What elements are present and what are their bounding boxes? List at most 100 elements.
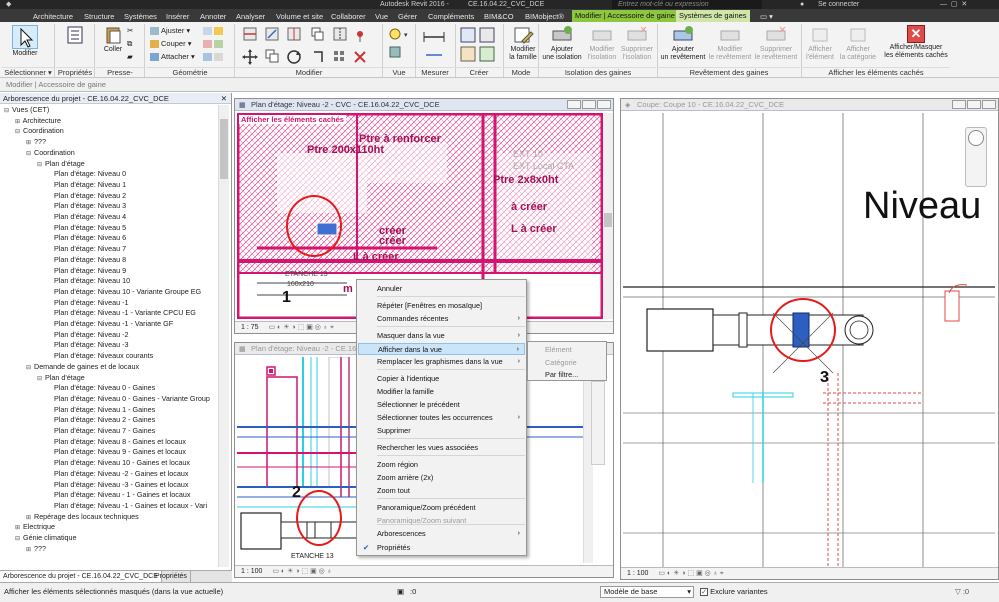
- window-controls[interactable]: — ▢ ✕: [940, 0, 967, 9]
- tree-item[interactable]: Plan d'étage: Niveau -3 - Gaines et loca…: [48, 480, 188, 490]
- tree-item[interactable]: Plan d'étage: Niveau 10 - Gaines et loca…: [48, 458, 190, 468]
- tab-annotate[interactable]: Annoter: [200, 11, 226, 22]
- tree-item[interactable]: ⊟ Coordination: [15, 126, 64, 137]
- tab-architecture[interactable]: Architecture: [33, 11, 73, 22]
- context-menu-item[interactable]: Propriétés ✔: [358, 542, 525, 554]
- geometry-tool-3[interactable]: [203, 52, 225, 62]
- tree-item[interactable]: Plan d'étage: Niveau 6: [48, 233, 126, 243]
- tree-item[interactable]: Plan d'étage: Niveaux courants: [48, 351, 153, 361]
- tree-item[interactable]: Plan d'étage: Niveau 2: [48, 191, 126, 201]
- tree-item[interactable]: Plan d'étage: Niveau -1: [48, 298, 129, 308]
- fit-button[interactable]: Ajuster ▾: [150, 26, 190, 36]
- toggle-reveal-hidden-button[interactable]: ✕ Afficher/Masquer les éléments cachés: [880, 25, 952, 60]
- tree-item[interactable]: Plan d'étage: Niveau 0: [48, 169, 126, 179]
- tree-item[interactable]: ⊞ ???: [26, 544, 46, 555]
- view-control-icons[interactable]: ▭ ◐ ☀ ◑ ⬚ ▣ ◎ ♁ ⌖: [269, 324, 334, 331]
- view-scale[interactable]: 1 : 100: [241, 568, 262, 575]
- unhide-category-button[interactable]: Afficher la catégorie: [838, 25, 878, 62]
- context-menu-item[interactable]: Arborescences ›: [358, 528, 525, 540]
- tree-item[interactable]: Plan d'étage: Niveau 2 - Gaines: [48, 415, 155, 425]
- properties-button[interactable]: [60, 25, 90, 46]
- remove-lining-button[interactable]: Supprimer le revêtement: [753, 25, 799, 62]
- context-menu-item[interactable]: Zoom région: [358, 459, 525, 471]
- tree-item[interactable]: Plan d'étage: Niveau 7: [48, 244, 126, 254]
- tab-bimco[interactable]: BIM&CO: [484, 11, 514, 22]
- submenu-item[interactable]: Catégorie: [529, 357, 605, 369]
- tree-item[interactable]: Plan d'étage: Niveau -2: [48, 330, 129, 340]
- context-menu-item[interactable]: Modifier la famille: [358, 386, 525, 398]
- tree-item[interactable]: ⊟ Coordination: [26, 148, 75, 159]
- view-scrollbar[interactable]: [603, 113, 613, 319]
- tree-item[interactable]: Plan d'étage: Niveau -1 - Gaines et loca…: [48, 501, 207, 511]
- view-scale[interactable]: 1 : 75: [241, 324, 259, 331]
- browser-scrollbar[interactable]: [218, 105, 229, 567]
- edit-insulation-button[interactable]: Modifier l'isolation: [585, 25, 619, 62]
- tree-item[interactable]: Plan d'étage: Niveau 0 - Gaines - Varian…: [48, 394, 210, 404]
- context-menu-item[interactable]: Zoom arrière (2x): [358, 472, 525, 484]
- measure-tools[interactable]: [420, 25, 450, 65]
- submenu-item[interactable]: Par filtre...: [529, 369, 605, 381]
- cut-button-icon[interactable]: ✂: [127, 26, 133, 36]
- context-menu-item[interactable]: Répéter [Fenêtres en mosaïque]: [358, 300, 525, 312]
- copy-button-icon[interactable]: ⧉: [127, 39, 132, 49]
- navigation-bar[interactable]: [591, 381, 605, 465]
- attach-button[interactable]: Attacher ▾: [150, 52, 195, 62]
- close-icon[interactable]: ✕: [221, 93, 227, 104]
- view-window-controls[interactable]: [566, 100, 611, 110]
- tree-item[interactable]: Plan d'étage: Niveau 5: [48, 223, 126, 233]
- tree-item[interactable]: Plan d'étage: Niveau - 1 - Gaines et loc…: [48, 490, 190, 500]
- view-control-icons[interactable]: ▭ ◐ ☀ ◑ ⬚ ▣ ◎ ♁: [272, 568, 332, 575]
- tree-item[interactable]: Plan d'étage: Niveau 1 - Gaines: [48, 405, 155, 415]
- tree-item[interactable]: Plan d'étage: Niveau -1 - Variante CPCU …: [48, 308, 196, 318]
- tree-item[interactable]: Plan d'étage: Niveau 8: [48, 255, 126, 265]
- view-window-controls[interactable]: [951, 100, 996, 110]
- filter-icon[interactable]: ▽ :0: [955, 583, 969, 601]
- navigation-wheel[interactable]: [965, 127, 987, 187]
- tab-manage[interactable]: Gérer: [398, 11, 417, 22]
- context-menu-item[interactable]: Rechercher les vues associées: [358, 442, 525, 454]
- add-lining-button[interactable]: Ajouter un revêtement: [659, 25, 707, 62]
- edit-lining-button[interactable]: Modifier le revêtement: [707, 25, 753, 62]
- tab-view[interactable]: Vue: [375, 11, 388, 22]
- tab-modify-duct-accessory[interactable]: Modifier | Accessoire de gaine: [572, 10, 678, 22]
- context-menu-item[interactable]: Sélectionner toutes les occurrences ›: [358, 412, 525, 424]
- tree-item[interactable]: ⊟ Génie climatique: [15, 533, 77, 544]
- tab-structure[interactable]: Structure: [84, 11, 114, 22]
- tree-item[interactable]: Plan d'étage: Niveau 3: [48, 201, 126, 211]
- tree-item[interactable]: ⊟ Plan d'étage: [37, 373, 85, 384]
- tree-item[interactable]: Plan d'étage: Niveau 10: [48, 276, 130, 286]
- tab-overflow[interactable]: ▭ ▾: [760, 11, 773, 22]
- context-menu-item[interactable]: Remplacer les graphismes dans la vue ›: [358, 356, 525, 368]
- view-tools[interactable]: ▾: [386, 25, 414, 65]
- modify-button[interactable]: Modifier: [8, 25, 42, 58]
- context-menu-item[interactable]: Sélectionner le précédent: [358, 399, 525, 411]
- unhide-element-button[interactable]: Afficher l'élément: [803, 25, 837, 62]
- tree-item[interactable]: ⊟ Demande de gaines et de locaux: [26, 362, 139, 373]
- panel-selection[interactable]: Sélectionner ▾: [2, 67, 54, 77]
- context-menu-item[interactable]: Commandes récentes ›: [358, 313, 525, 325]
- submenu-item[interactable]: Elément: [529, 344, 605, 356]
- exclude-variants-checkbox[interactable]: ✓ Exclure variantes: [700, 583, 768, 601]
- tab-analyze[interactable]: Analyser: [236, 11, 265, 22]
- match-button-icon[interactable]: ▰: [127, 52, 133, 62]
- add-insulation-button[interactable]: Ajouter une isolation: [540, 25, 584, 62]
- tree-item[interactable]: Plan d'étage: Niveau 8 - Gaines et locau…: [48, 437, 186, 447]
- tree-item[interactable]: Plan d'étage: Niveau 4: [48, 212, 126, 222]
- tab-bimobject[interactable]: BIMobject®: [525, 11, 564, 22]
- signin-link[interactable]: Se connecter: [818, 0, 859, 9]
- cut-geometry-button[interactable]: Couper ▾: [150, 39, 191, 49]
- context-menu-item[interactable]: Afficher dans la vue ›: [358, 343, 525, 355]
- tab-collaborate[interactable]: Collaborer: [331, 11, 366, 22]
- view-control-icons[interactable]: ▭ ◐ ☀ ◑ ⬚ ▣ ◎ ♁ ⌖: [658, 570, 723, 577]
- design-option-select[interactable]: Modèle de base ▾: [600, 586, 694, 598]
- tree-item[interactable]: Plan d'étage: Niveau 1: [48, 180, 126, 190]
- worksets-icon[interactable]: ▣: [397, 583, 404, 601]
- tab-systems[interactable]: Systèmes: [124, 11, 157, 22]
- tree-item[interactable]: Plan d'étage: Niveau 9 - Gaines et locau…: [48, 447, 186, 457]
- geometry-tool-2[interactable]: [203, 39, 225, 49]
- tree-item[interactable]: ⊟ Vues (CET): [4, 105, 49, 116]
- context-menu-item[interactable]: Zoom tout: [358, 485, 525, 497]
- tree-item[interactable]: Plan d'étage: Niveau 7 - Gaines: [48, 426, 155, 436]
- tree-item[interactable]: ⊞ Architecture: [15, 116, 61, 127]
- context-menu-item[interactable]: Supprimer: [358, 425, 525, 437]
